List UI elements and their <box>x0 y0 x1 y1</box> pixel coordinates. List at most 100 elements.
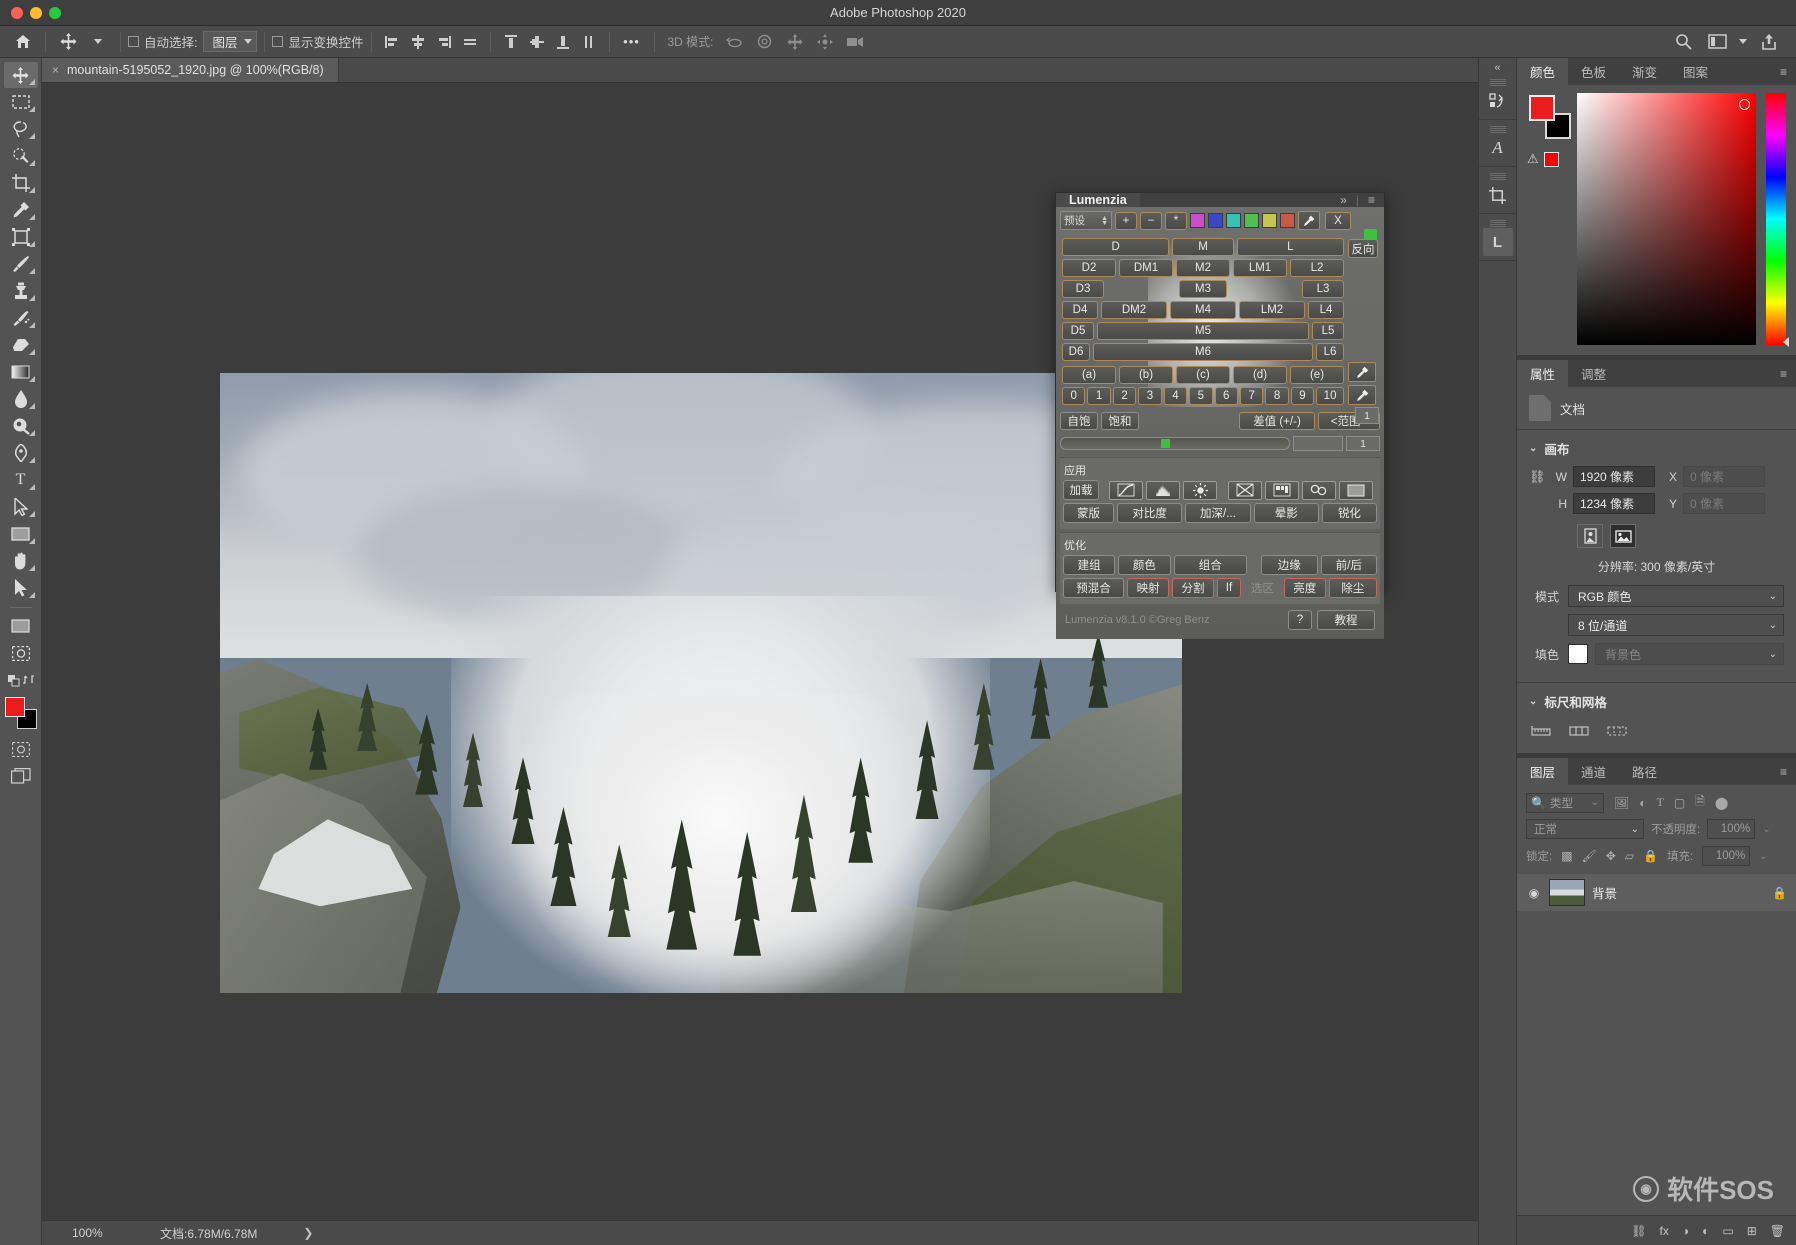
guides-icon[interactable] <box>1607 723 1631 739</box>
mask-D2[interactable]: D2 <box>1062 259 1116 277</box>
libraries-icon[interactable] <box>1483 87 1513 115</box>
color-swatch-blue[interactable] <box>1208 213 1223 228</box>
close-icon[interactable]: × <box>52 63 59 77</box>
bit-depth-dropdown[interactable]: 8 位/通道 ⌄ <box>1568 614 1784 636</box>
crop-panel-icon[interactable] <box>1483 181 1513 209</box>
shape-filter-icon[interactable]: ▢ <box>1674 796 1685 810</box>
crop-tool[interactable] <box>4 170 38 196</box>
portrait-icon[interactable] <box>1577 524 1603 548</box>
load-button[interactable]: 加载 <box>1063 480 1099 500</box>
lock-artboard-icon[interactable]: ▱ <box>1625 849 1634 863</box>
tutorial-button[interactable]: 教程 <box>1317 610 1375 630</box>
more-options-icon[interactable]: ••• <box>617 29 647 55</box>
mask-strength-slider[interactable] <box>1060 437 1290 450</box>
curves-icon[interactable] <box>1109 480 1143 500</box>
panel-menu-icon[interactable]: ≡ <box>1780 758 1796 785</box>
grid-icon[interactable] <box>1569 723 1593 739</box>
mask-L3[interactable]: L3 <box>1302 280 1344 298</box>
mask-L5[interactable]: L5 <box>1312 322 1344 340</box>
align-left-icon[interactable] <box>379 30 405 54</box>
eyedropper-tool[interactable] <box>4 197 38 223</box>
mask-LM2[interactable]: LM2 <box>1239 301 1305 319</box>
lock-all-icon[interactable]: 🔒 <box>1643 849 1658 863</box>
zone-10[interactable]: 10 <box>1316 387 1344 405</box>
quick-mask-mode-button[interactable] <box>4 736 38 762</box>
slider-value[interactable]: 1 <box>1346 436 1380 451</box>
foreground-background-color[interactable] <box>4 696 38 730</box>
blend-mode-dropdown[interactable]: 正常 ⌄ <box>1526 819 1644 839</box>
toggle-filter-icon[interactable]: ⬤ <box>1715 796 1728 810</box>
map-button[interactable]: 映射 <box>1127 578 1170 598</box>
align-right-icon[interactable] <box>431 30 457 54</box>
mask-D6[interactable]: D6 <box>1062 343 1090 361</box>
balance-icon[interactable] <box>1302 480 1336 500</box>
path-selection-tool[interactable] <box>4 494 38 520</box>
tab-layers[interactable]: 图层 <box>1517 758 1569 785</box>
screen-mode-button[interactable] <box>4 763 38 789</box>
clone-stamp-tool[interactable] <box>4 278 38 304</box>
y-input[interactable]: 0 像素 <box>1683 493 1765 514</box>
color-swatch-red[interactable] <box>1280 213 1295 228</box>
zone-2[interactable]: 2 <box>1112 387 1137 405</box>
fx-icon[interactable]: fx <box>1660 1224 1669 1238</box>
zone-d[interactable]: (d) <box>1233 366 1287 384</box>
gradient-map-icon[interactable] <box>1228 480 1262 500</box>
lumenzia-panel[interactable]: Lumenzia » | ≡ 预设 ▲ ▼ + − * X D M L D2 D… <box>1055 192 1385 639</box>
mask-button[interactable]: 蒙版 <box>1063 503 1114 523</box>
rotate-3d-icon[interactable] <box>720 29 750 55</box>
mask-M6[interactable]: M6 <box>1093 343 1313 361</box>
color-swatch-cyan[interactable] <box>1226 213 1241 228</box>
color-swatch-magenta[interactable] <box>1190 213 1205 228</box>
layer-name[interactable]: 背景 <box>1592 883 1617 902</box>
fill-chevron-icon[interactable]: ⌄ <box>1759 851 1767 862</box>
mask-L6[interactable]: L6 <box>1316 343 1344 361</box>
image-filter-icon[interactable]: 🖼 <box>1614 796 1629 810</box>
tab-paths[interactable]: 路径 <box>1619 758 1670 785</box>
brightness-icon[interactable] <box>1183 480 1217 500</box>
out-of-gamut-swatch[interactable] <box>1543 151 1559 167</box>
zone-9[interactable]: 9 <box>1290 387 1315 405</box>
zone-7[interactable]: 7 <box>1239 387 1264 405</box>
panel-menu-icon[interactable]: ≡ <box>1780 360 1796 387</box>
blur-tool[interactable] <box>4 386 38 412</box>
show-transform-checkbox-group[interactable]: 显示变换控件 <box>272 32 364 51</box>
color-field[interactable] <box>1577 93 1756 345</box>
panel-menu-icon[interactable]: ≡ <box>1368 193 1375 207</box>
mask-L[interactable]: L <box>1236 238 1344 256</box>
tab-lumenzia[interactable]: Lumenzia <box>1056 193 1140 207</box>
x-input[interactable]: 0 像素 <box>1683 466 1765 487</box>
collapse-icon[interactable]: » <box>1340 193 1347 207</box>
mask-D[interactable]: D <box>1062 238 1170 256</box>
edit-toolbar-button[interactable] <box>4 613 38 639</box>
mask-DM1[interactable]: DM1 <box>1119 259 1173 277</box>
drag-3d-icon[interactable] <box>780 29 810 55</box>
smart-object-filter-icon[interactable]: 🗎 <box>1695 792 1705 813</box>
solid-fill-icon[interactable] <box>1339 480 1373 500</box>
favorite-preset-button[interactable]: * <box>1165 211 1187 230</box>
align-center-h-icon[interactable] <box>405 30 431 54</box>
zone-8[interactable]: 8 <box>1265 387 1289 405</box>
contrast-button[interactable]: 对比度 <box>1116 503 1183 523</box>
zone-5[interactable]: 5 <box>1189 387 1213 405</box>
panel-grip[interactable] <box>1489 220 1506 227</box>
panel-grip[interactable] <box>1489 79 1506 86</box>
luminosity-button[interactable]: 亮度 <box>1283 578 1326 598</box>
delete-layer-icon[interactable]: 🗑 <box>1770 1224 1785 1238</box>
split-button[interactable]: 分割 <box>1172 578 1214 598</box>
show-transform-checkbox[interactable] <box>272 36 284 47</box>
quick-selection-tool[interactable] <box>4 143 38 169</box>
share-icon[interactable] <box>1754 29 1784 55</box>
history-brush-tool[interactable] <box>4 305 38 331</box>
eyedropper-sample-icon[interactable] <box>1348 362 1376 382</box>
fill-value[interactable]: 100% <box>1702 846 1751 866</box>
color-mode-dropdown[interactable]: RGB 颜色 ⌄ <box>1568 585 1784 607</box>
camera-3d-icon[interactable] <box>840 29 870 55</box>
workspace-icon[interactable] <box>1702 29 1732 55</box>
mask-DM2[interactable]: DM2 <box>1101 301 1167 319</box>
glyphs-icon[interactable]: A <box>1483 134 1513 162</box>
vignette-button[interactable]: 晕影 <box>1253 503 1319 523</box>
sharpen-button[interactable]: 锐化 <box>1321 503 1377 523</box>
group-icon[interactable]: ▭ <box>1722 1224 1733 1238</box>
clear-selection-button[interactable]: X <box>1325 211 1351 230</box>
maximize-window-button[interactable] <box>49 7 61 19</box>
